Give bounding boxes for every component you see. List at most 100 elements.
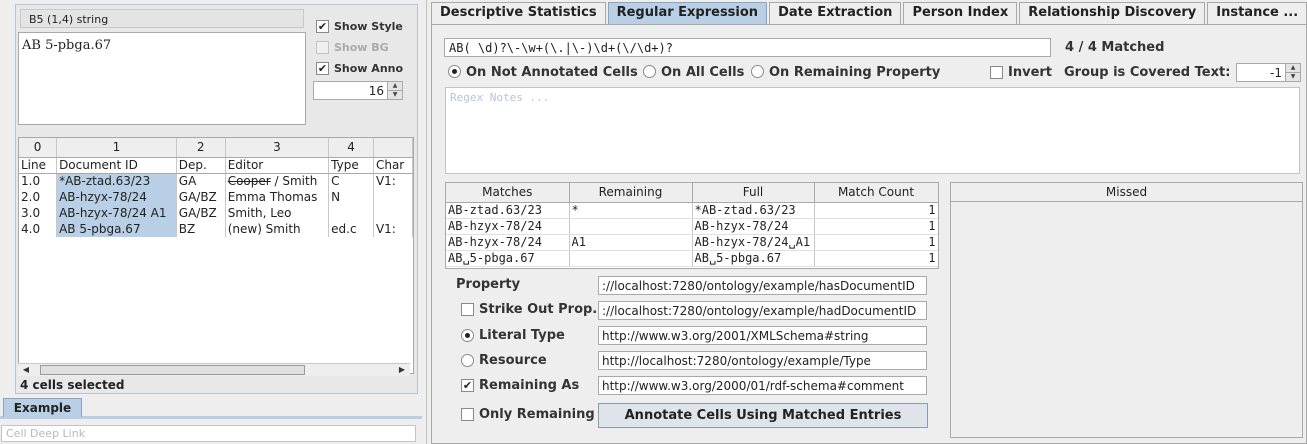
literal-type-option[interactable]: Literal Type bbox=[461, 328, 565, 343]
grid-cell[interactable] bbox=[328, 205, 374, 221]
font-size-spinner[interactable]: 16 ▲ ▼ bbox=[313, 81, 403, 100]
spinner-down-icon[interactable]: ▼ bbox=[1286, 73, 1300, 82]
table-row[interactable]: 4.0 AB 5-pbga.67 BZ (new) Smith ed.c V1: bbox=[19, 221, 413, 237]
scrollbar-thumb[interactable] bbox=[40, 365, 305, 375]
col-number[interactable] bbox=[373, 138, 413, 158]
strike-out-field[interactable]: ://localhost:7280/ontology/example/hadDo… bbox=[598, 301, 927, 320]
missed-header[interactable]: Missed bbox=[951, 183, 1302, 202]
radio-remaining-property[interactable] bbox=[751, 65, 764, 78]
resource-option[interactable]: Resource bbox=[461, 353, 547, 368]
full-cell[interactable]: AB-hzyx-78/24 bbox=[692, 218, 815, 235]
literal-type-radio[interactable] bbox=[461, 329, 474, 342]
table-row[interactable]: 1.0 *AB-ztad.63/23 GA Cooper / Smith C V… bbox=[19, 173, 413, 189]
literal-type-field[interactable]: http://www.w3.org/2001/XMLSchema#string bbox=[598, 326, 927, 345]
show-anno-option[interactable]: ✔ Show Anno bbox=[316, 59, 403, 77]
grid-cell[interactable]: 3.0 bbox=[19, 205, 58, 221]
full-cell[interactable]: AB␣5-pbga.67 bbox=[692, 250, 815, 267]
grid-header-cell[interactable]: Type bbox=[328, 157, 374, 174]
remaining-cell[interactable] bbox=[569, 250, 693, 267]
grid-cell-selected[interactable]: AB 5-pbga.67 bbox=[56, 221, 177, 237]
match-cell[interactable]: AB-hzyx-78/24 bbox=[446, 234, 570, 251]
table-row[interactable]: AB-hzyx-78/24 A1 AB-hzyx-78/24␣A1 1 bbox=[446, 234, 938, 251]
grid-cell[interactable]: Emma Thomas bbox=[225, 189, 330, 205]
show-style-option[interactable]: ✔ Show Style bbox=[316, 17, 403, 35]
match-cell[interactable]: AB␣5-pbga.67 bbox=[446, 250, 570, 267]
spinner-up-icon[interactable]: ▲ bbox=[1286, 64, 1300, 73]
tab-descriptive-statistics[interactable]: Descriptive Statistics bbox=[431, 2, 606, 24]
regex-notes-textarea[interactable]: Regex Notes ... bbox=[445, 87, 1300, 174]
strike-out-checkbox[interactable] bbox=[461, 303, 474, 316]
horizontal-scrollbar[interactable]: ◀ ▶ bbox=[18, 363, 410, 376]
opt-all-cells[interactable]: On All Cells bbox=[643, 65, 744, 80]
count-cell[interactable]: 1 bbox=[814, 218, 938, 235]
col-number[interactable]: 1 bbox=[56, 138, 177, 158]
table-row[interactable]: AB-hzyx-78/24 AB-hzyx-78/24 1 bbox=[446, 218, 938, 235]
grid-cell[interactable]: C bbox=[328, 173, 374, 189]
remaining-as-option[interactable]: ✔ Remaining As bbox=[461, 378, 579, 393]
grid-cell[interactable]: Cooper / Smith bbox=[225, 173, 330, 189]
group-spinner[interactable]: -1 ▲ ▼ bbox=[1236, 63, 1301, 82]
grid-header-cell[interactable]: Char bbox=[373, 157, 413, 174]
grid-cell[interactable]: BZ bbox=[176, 221, 226, 237]
grid-cell[interactable]: GA bbox=[176, 173, 226, 189]
spinner-up-icon[interactable]: ▲ bbox=[388, 82, 402, 91]
scroll-left-icon[interactable]: ◀ bbox=[20, 364, 32, 376]
invert-option[interactable]: Invert bbox=[990, 65, 1052, 80]
match-cell[interactable]: AB-ztad.63/23 bbox=[446, 202, 570, 219]
grid-header-cell[interactable]: Line bbox=[19, 157, 58, 174]
resource-field[interactable]: http://localhost:7280/ontology/example/T… bbox=[598, 351, 927, 370]
remaining-as-checkbox[interactable]: ✔ bbox=[461, 379, 474, 392]
remaining-as-field[interactable]: http://www.w3.org/2000/01/rdf-schema#com… bbox=[598, 376, 927, 395]
grid-cell[interactable]: 4.0 bbox=[19, 221, 58, 237]
table-row[interactable]: 3.0 AB-hzyx-78/24 A1 GA/BZ Smith, Leo bbox=[19, 205, 413, 221]
show-anno-checkbox[interactable]: ✔ bbox=[316, 61, 329, 75]
grid-header-cell[interactable]: Editor bbox=[225, 157, 330, 174]
grid-header-cell[interactable]: Document ID bbox=[56, 157, 177, 174]
matches-header[interactable]: Remaining bbox=[569, 183, 693, 203]
annotate-cells-button[interactable]: Annotate Cells Using Matched Entries bbox=[598, 403, 928, 428]
only-remaining-checkbox[interactable] bbox=[461, 408, 474, 421]
spinner-down-icon[interactable]: ▼ bbox=[388, 91, 402, 100]
radio-all-cells[interactable] bbox=[643, 65, 656, 78]
table-row[interactable]: AB␣5-pbga.67 AB␣5-pbga.67 1 bbox=[446, 250, 938, 267]
opt-not-annotated[interactable]: On Not Annotated Cells bbox=[448, 65, 638, 80]
tab-example[interactable]: Example bbox=[3, 398, 82, 417]
matches-header[interactable]: Match Count bbox=[814, 183, 938, 203]
grid-cell[interactable]: V1: bbox=[373, 173, 413, 189]
invert-checkbox[interactable] bbox=[990, 66, 1003, 79]
only-remaining-option[interactable]: Only Remaining bbox=[461, 407, 595, 422]
full-cell[interactable]: *AB-ztad.63/23 bbox=[692, 202, 815, 219]
show-style-checkbox[interactable]: ✔ bbox=[316, 19, 329, 33]
tab-person-index[interactable]: Person Index bbox=[903, 2, 1018, 24]
tab-instance[interactable]: Instance ... bbox=[1207, 2, 1307, 24]
col-number[interactable]: 0 bbox=[19, 138, 58, 158]
grid-cell[interactable]: GA/BZ bbox=[176, 189, 226, 205]
grid-cell[interactable] bbox=[373, 205, 413, 221]
count-cell[interactable]: 1 bbox=[814, 202, 938, 219]
tab-regular-expression[interactable]: Regular Expression bbox=[607, 2, 768, 24]
grid-cell-selected[interactable]: AB-hzyx-78/24 bbox=[56, 189, 177, 205]
grid-cell[interactable]: 1.0 bbox=[19, 173, 58, 189]
strike-out-option[interactable]: Strike Out Prop. bbox=[461, 302, 597, 317]
grid-cell[interactable]: V1: bbox=[373, 221, 413, 237]
col-number[interactable]: 3 bbox=[225, 138, 330, 158]
grid-cell[interactable]: ed.c bbox=[328, 221, 374, 237]
full-cell[interactable]: AB-hzyx-78/24␣A1 bbox=[692, 234, 815, 251]
opt-remaining-property[interactable]: On Remaining Property bbox=[751, 65, 940, 80]
scroll-right-icon[interactable]: ▶ bbox=[396, 364, 408, 376]
count-cell[interactable]: 1 bbox=[814, 250, 938, 267]
remaining-cell[interactable] bbox=[569, 218, 693, 235]
cell-value-editor[interactable]: AB 5-pbga.67 bbox=[18, 32, 306, 125]
grid-cell[interactable]: (new) Smith bbox=[225, 221, 330, 237]
table-row[interactable]: AB-ztad.63/23 * *AB-ztad.63/23 1 bbox=[446, 202, 938, 219]
remaining-cell[interactable]: A1 bbox=[569, 234, 693, 251]
regex-input[interactable]: AB( \d)?\-\w+(\.|\-)\d+(\/\d+)? bbox=[444, 38, 1051, 57]
count-cell[interactable]: 1 bbox=[814, 234, 938, 251]
grid-cell[interactable]: Smith, Leo bbox=[225, 205, 330, 221]
grid-cell[interactable]: N bbox=[328, 189, 374, 205]
matches-header[interactable]: Matches bbox=[446, 183, 570, 203]
col-number[interactable]: 2 bbox=[176, 138, 226, 158]
grid-cell[interactable] bbox=[373, 189, 413, 205]
match-cell[interactable]: AB-hzyx-78/24 bbox=[446, 218, 570, 235]
tab-date-extraction[interactable]: Date Extraction bbox=[769, 2, 902, 24]
